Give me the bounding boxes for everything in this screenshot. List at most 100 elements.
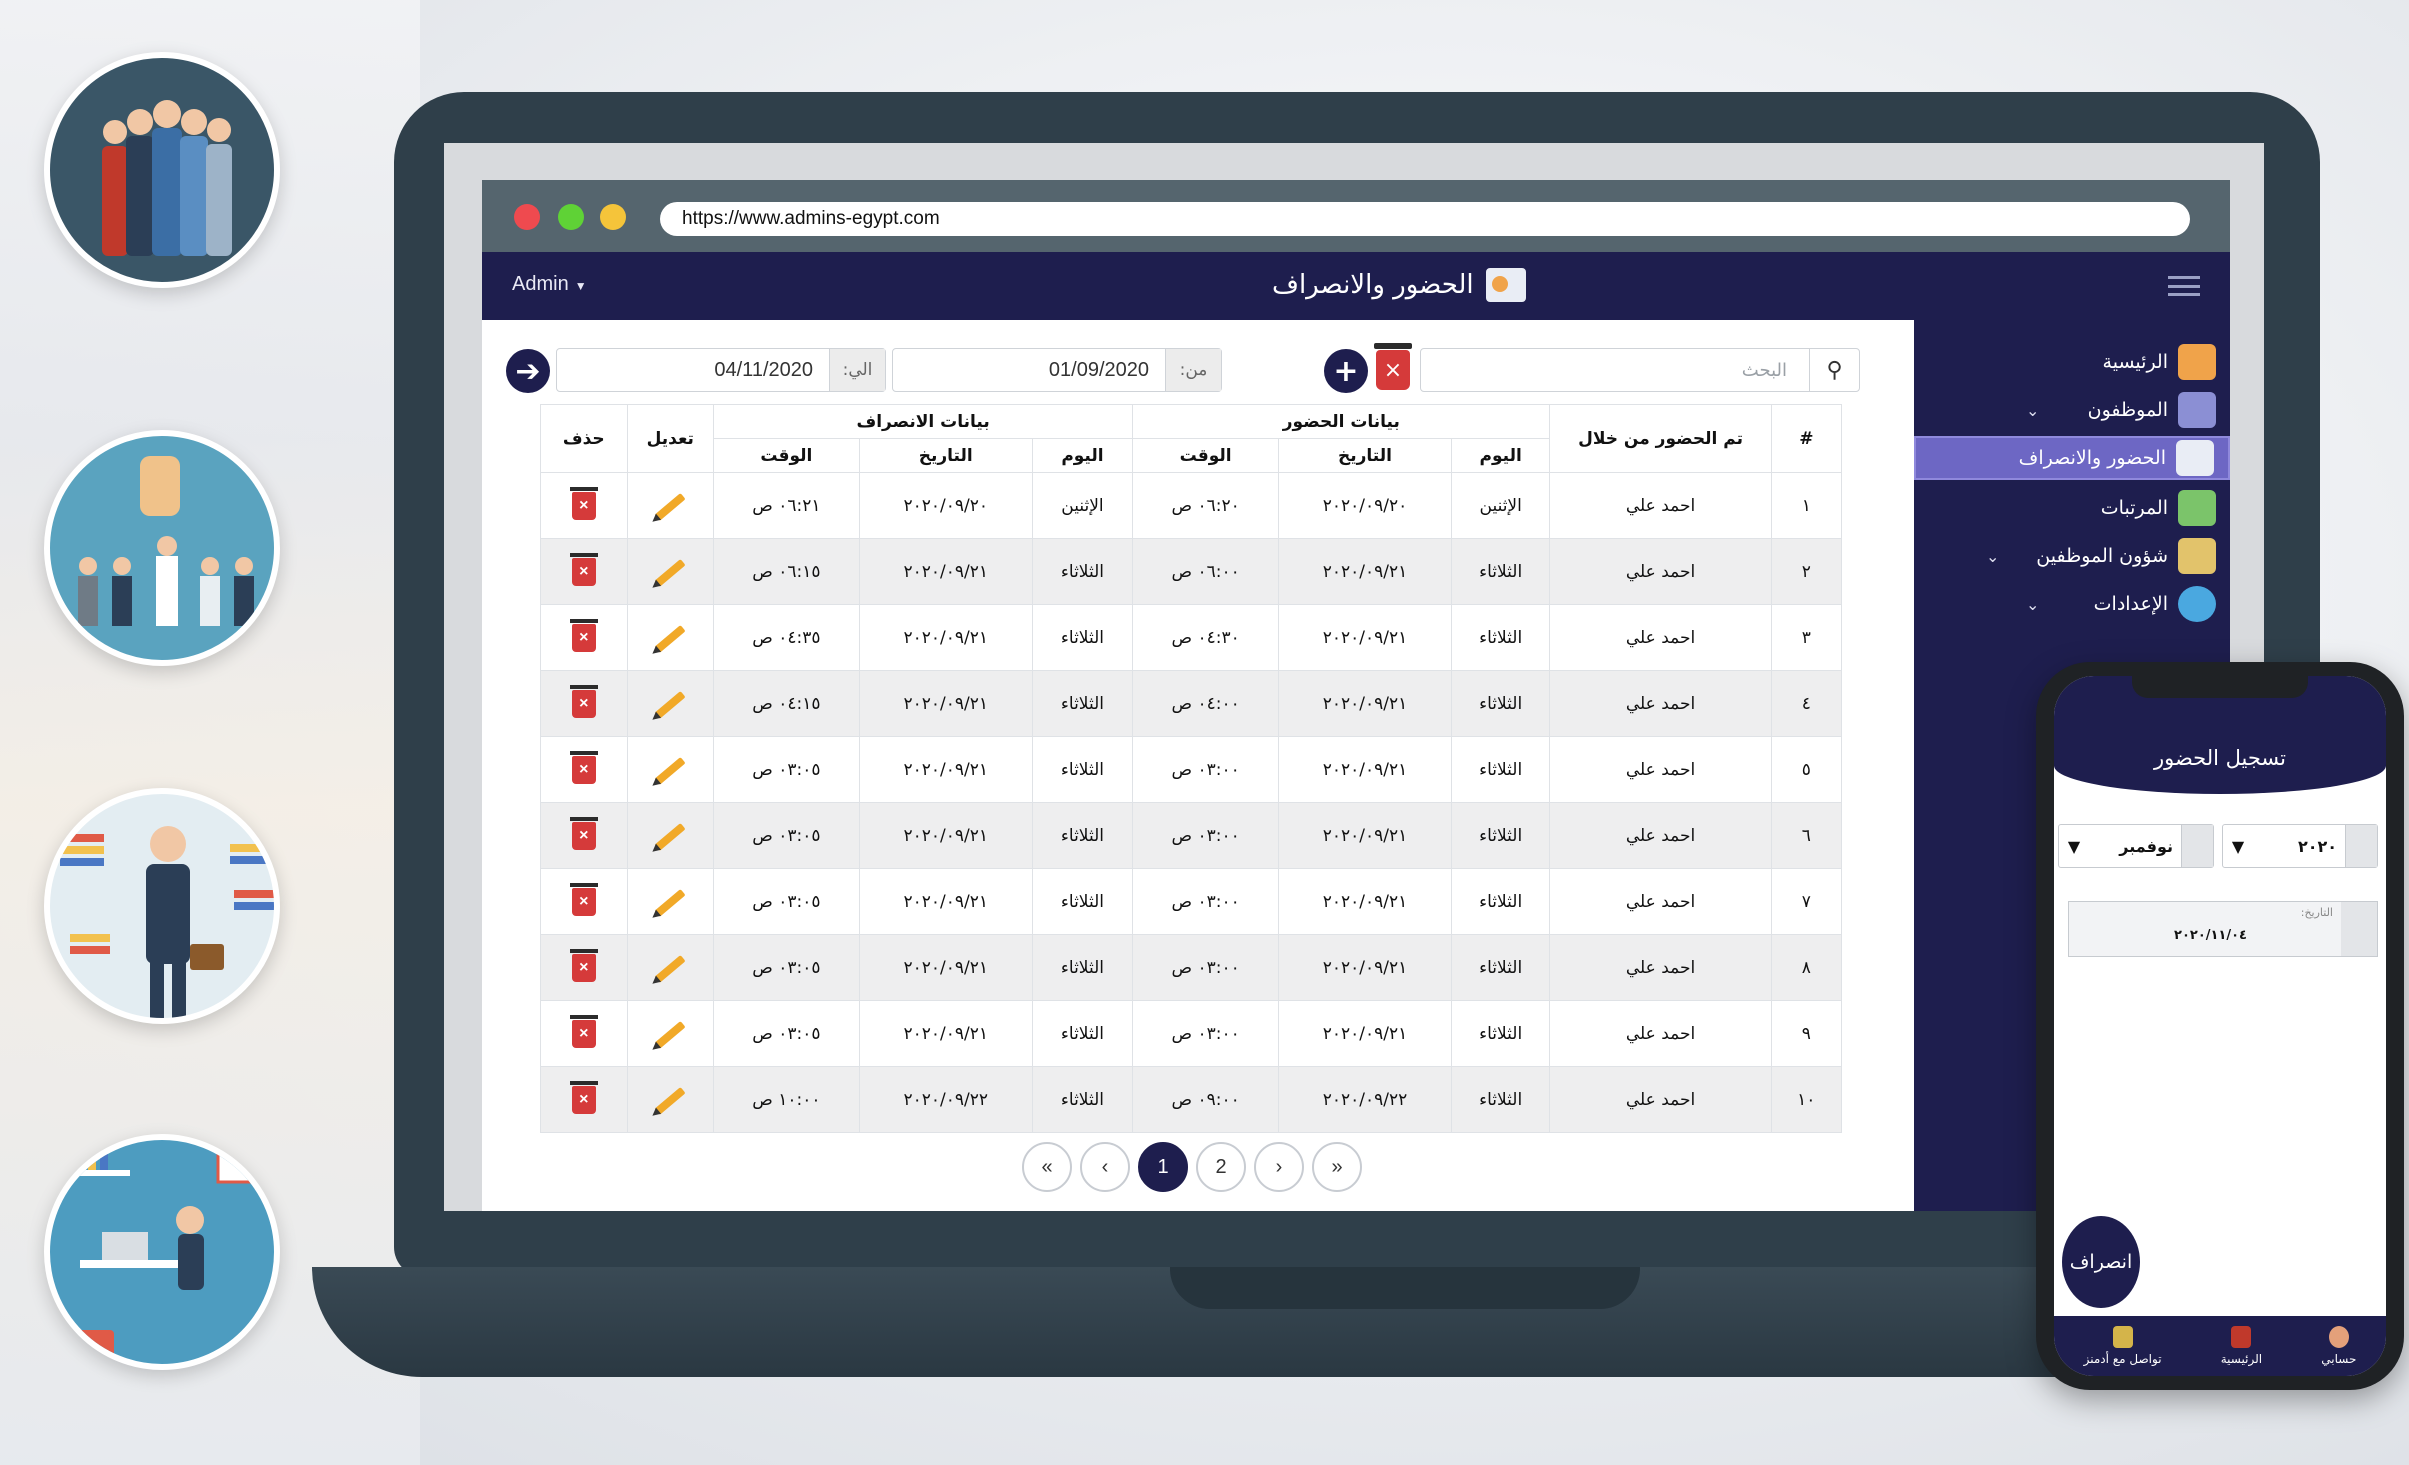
search-icon[interactable]: ⚲ <box>1809 349 1859 391</box>
cell-in-time: ٠٦:٢٠ ص <box>1132 472 1279 539</box>
trash-icon[interactable]: × <box>569 486 598 520</box>
sidebar-item-settings[interactable]: ⌄ الإعدادات <box>1916 582 2216 626</box>
page-2-button[interactable]: 2 <box>1196 1142 1246 1192</box>
cell-in-time: ٠٣:٠٠ ص <box>1132 1000 1279 1067</box>
pencil-icon[interactable] <box>654 1086 686 1115</box>
user-icon <box>2328 1326 2349 1348</box>
page-1-button[interactable]: 1 <box>1138 1142 1188 1192</box>
trash-icon[interactable]: × <box>569 618 598 652</box>
next-page-button[interactable]: › <box>1254 1142 1304 1192</box>
cell-out-day: الثلاثاء <box>1031 1066 1134 1133</box>
delete-selected-button[interactable]: × <box>1374 343 1412 390</box>
pencil-icon[interactable] <box>654 954 686 983</box>
pencil-icon[interactable] <box>654 822 686 851</box>
browser-titlebar: https://www.admins-egypt.com <box>482 180 2230 252</box>
minimize-window-button[interactable] <box>600 204 626 230</box>
date-field[interactable]: التاريخ: ٢٠٢٠/١١/٠٤ <box>2068 901 2378 957</box>
date-from-field[interactable]: 01/09/2020 من: <box>892 348 1222 392</box>
cell-out-day: الثلاثاء <box>1031 736 1134 803</box>
leave-button[interactable]: انصراف <box>2062 1216 2140 1308</box>
pencil-icon[interactable] <box>654 492 686 521</box>
back-arrow-button[interactable]: ➔ <box>506 349 550 393</box>
cell-in-date: ٢٠٢٠/٠٩/٢١ <box>1278 802 1452 869</box>
pencil-icon[interactable] <box>654 888 686 917</box>
cell-in-date: ٢٠٢٠/٠٩/٢٢ <box>1278 1066 1452 1133</box>
cell-in-day: الثلاثاء <box>1450 1066 1551 1133</box>
first-page-button[interactable]: « <box>1022 1142 1072 1192</box>
trash-icon[interactable]: × <box>569 816 598 850</box>
menu-toggle-icon[interactable] <box>2168 276 2200 296</box>
year-select[interactable]: ٢٠٢٠ ▼ <box>2222 824 2378 868</box>
table-row: ١٠ احمد علي الثلاثاء ٢٠٢٠/٠٩/٢٢ ٠٩:٠٠ ص الثلا… <box>540 1066 1843 1133</box>
sidebar-item-attendance[interactable]: الحضور والانصراف <box>1914 436 2230 480</box>
sidebar-item-hr-affairs[interactable]: ⌄ شؤون الموظفين <box>1916 534 2216 578</box>
phone-bottom-nav: حسابي الرئيسية تواصل مع أدمنز <box>2054 1316 2386 1376</box>
trash-icon[interactable]: × <box>569 948 598 982</box>
attendance-icon <box>2176 440 2214 476</box>
sidebar-item-home[interactable]: الرئيسية <box>1916 340 2216 384</box>
cell-in-time: ٠٣:٠٠ ص <box>1132 868 1279 935</box>
nav-item-account[interactable]: حسابي <box>2321 1326 2356 1366</box>
pencil-icon[interactable] <box>654 624 686 653</box>
month-select[interactable]: نوفمبر ▼ <box>2058 824 2214 868</box>
cell-out-day: الثلاثاء <box>1031 604 1134 671</box>
cell-out-time: ٠٣:٠٥ ص <box>712 802 860 869</box>
sidebar-item-employees[interactable]: ⌄ الموظفون <box>1916 388 2216 432</box>
nav-item-home[interactable]: الرئيسية <box>2221 1326 2262 1366</box>
nav-item-label: الرئيسية <box>2220 1352 2263 1366</box>
search-field[interactable]: البحث ⚲ <box>1420 348 1860 392</box>
sidebar-item-label: الموظفون <box>2087 399 2168 421</box>
cell-in-date: ٢٠٢٠/٠٩/٢٠ <box>1278 472 1452 539</box>
pencil-icon[interactable] <box>654 756 686 785</box>
cell-by: احمد علي <box>1549 802 1772 869</box>
team-illustration <box>44 52 280 288</box>
maximize-window-button[interactable] <box>558 204 584 230</box>
sidebar-item-label: المرتبات <box>2100 497 2168 519</box>
sidebar-item-salaries[interactable]: المرتبات <box>1916 486 2216 530</box>
close-window-button[interactable] <box>514 204 540 230</box>
cell-in-day: الثلاثاء <box>1450 670 1551 737</box>
table-row: ٩ احمد علي الثلاثاء ٢٠٢٠/٠٩/٢١ ٠٣:٠٠ ص الثلاث… <box>540 1000 1843 1067</box>
group-header-leave: بيانات الانصراف <box>712 404 1134 439</box>
trash-icon[interactable]: × <box>569 684 598 718</box>
prev-page-button[interactable]: ‹ <box>1080 1142 1130 1192</box>
date-to-value: 04/11/2020 <box>714 358 813 381</box>
cell-edit <box>626 934 714 1001</box>
sub-header-in-day: اليوم <box>1450 438 1551 473</box>
cell-out-time: ٠٣:٠٥ ص <box>712 934 860 1001</box>
add-record-button[interactable]: + <box>1324 349 1368 393</box>
cell-out-time: ٠٦:١٥ ص <box>712 538 860 605</box>
cell-in-day: الثلاثاء <box>1450 538 1551 605</box>
last-page-button[interactable]: » <box>1312 1142 1362 1192</box>
cell-out-date: ٢٠٢٠/٠٩/٢١ <box>858 736 1033 803</box>
admin-dropdown[interactable]: Admin ▼ <box>512 273 587 296</box>
cell-in-day: الثلاثاء <box>1450 1000 1551 1067</box>
chevron-down-icon: ⌄ <box>2026 594 2040 614</box>
career-steps-illustration <box>44 788 280 1024</box>
cell-edit <box>626 868 714 935</box>
nav-item-contact[interactable]: تواصل مع أدمنز <box>2084 1326 2162 1366</box>
address-bar[interactable]: https://www.admins-egypt.com <box>660 202 2190 236</box>
page-title-text: الحضور والانصراف <box>1272 270 1474 300</box>
trash-icon[interactable]: × <box>569 1014 598 1048</box>
cell-out-day: الثلاثاء <box>1031 538 1134 605</box>
trash-icon[interactable]: × <box>569 1080 598 1114</box>
sidebar-item-label: شؤون الموظفين <box>2036 545 2168 567</box>
pencil-icon[interactable] <box>654 1020 686 1049</box>
trash-icon[interactable]: × <box>569 882 598 916</box>
trash-icon[interactable]: × <box>569 750 598 784</box>
table-row: ٧ احمد علي الثلاثاء ٢٠٢٠/٠٩/٢١ ٠٣:٠٠ ص الثلاث… <box>540 868 1843 935</box>
pagination: « ‹ 1 2 › » <box>1022 1142 1362 1192</box>
cell-num: ٦ <box>1770 802 1843 869</box>
date-to-field[interactable]: 04/11/2020 الي: <box>556 348 886 392</box>
pencil-icon[interactable] <box>654 558 686 587</box>
table-row: ٦ احمد علي الثلاثاء ٢٠٢٠/٠٩/٢١ ٠٣:٠٠ ص الثلاث… <box>540 802 1843 869</box>
pencil-icon[interactable] <box>654 690 686 719</box>
cell-by: احمد علي <box>1549 1000 1772 1067</box>
trash-icon[interactable]: × <box>569 552 598 586</box>
cell-num: ٩ <box>1770 1000 1843 1067</box>
table-row: ٢ احمد علي الثلاثاء ٢٠٢٠/٠٩/٢١ ٠٦:٠٠ ص الثلاث… <box>540 538 1843 605</box>
browser-window: https://www.admins-egypt.com Admin ▼ الحض… <box>482 180 2230 1211</box>
cell-by: احمد علي <box>1549 736 1772 803</box>
cell-out-day: الثلاثاء <box>1031 868 1134 935</box>
